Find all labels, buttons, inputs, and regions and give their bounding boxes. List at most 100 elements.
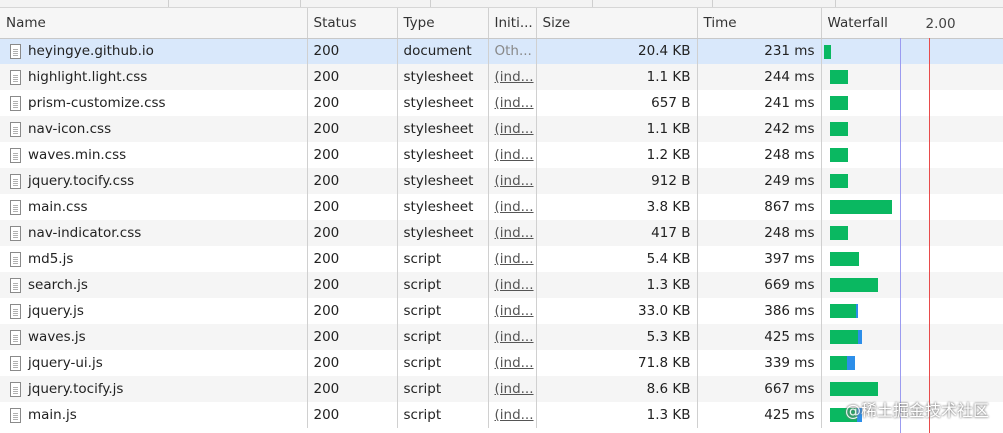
- waterfall-cell[interactable]: [820, 142, 1003, 168]
- waterfall-bar[interactable]: [829, 96, 848, 110]
- waterfall-cell[interactable]: [820, 272, 1003, 298]
- table-row[interactable]: md5.js 200 script (ind... 5.4 KB 397 ms: [0, 246, 1003, 272]
- request-initiator-cell: (ind...: [487, 64, 536, 90]
- request-name-cell[interactable]: jquery.tocify.css: [0, 168, 307, 194]
- waterfall-bar[interactable]: [829, 330, 862, 344]
- request-type: script: [396, 402, 488, 428]
- request-name-cell[interactable]: heyingye.github.io: [0, 38, 307, 64]
- request-name-cell[interactable]: nav-indicator.css: [0, 220, 307, 246]
- waterfall-bar[interactable]: [829, 122, 848, 136]
- request-initiator[interactable]: (ind...: [495, 277, 534, 293]
- request-initiator[interactable]: (ind...: [495, 329, 534, 345]
- waterfall-cell[interactable]: [820, 194, 1003, 220]
- table-row[interactable]: jquery.tocify.css 200 stylesheet (ind... 912…: [0, 168, 1003, 194]
- column-header-name[interactable]: Name: [0, 8, 307, 39]
- table-row[interactable]: prism-customize.css 200 stylesheet (ind... 6…: [0, 90, 1003, 116]
- request-status: 200: [306, 402, 397, 428]
- strip-divider: [592, 0, 593, 7]
- request-status: 200: [306, 376, 397, 402]
- request-name-cell[interactable]: prism-customize.css: [0, 90, 307, 116]
- waterfall-bar[interactable]: [823, 44, 831, 59]
- table-row[interactable]: heyingye.github.io 200 document Oth... 20.4 …: [0, 38, 1003, 64]
- request-initiator[interactable]: (ind...: [495, 95, 534, 111]
- table-row[interactable]: main.css 200 stylesheet (ind... 3.8 KB 867 ms: [0, 194, 1003, 220]
- request-status: 200: [306, 64, 397, 90]
- request-name-cell[interactable]: jquery-ui.js: [0, 350, 307, 376]
- request-name-cell[interactable]: jquery.js: [0, 298, 307, 324]
- waterfall-bar[interactable]: [829, 226, 848, 240]
- waterfall-bar[interactable]: [829, 200, 892, 214]
- column-header-size[interactable]: Size: [535, 8, 697, 39]
- request-time: 425 ms: [696, 402, 821, 428]
- waterfall-cell[interactable]: [820, 38, 1003, 64]
- request-initiator-cell: (ind...: [487, 350, 536, 376]
- request-name-cell[interactable]: waves.js: [0, 324, 307, 350]
- waterfall-bar[interactable]: [829, 304, 858, 318]
- table-row[interactable]: waves.min.css 200 stylesheet (ind... 1.2 KB 2…: [0, 142, 1003, 168]
- waterfall-cell[interactable]: [820, 116, 1003, 142]
- strip-divider: [430, 0, 431, 7]
- request-time: 867 ms: [696, 194, 821, 220]
- waterfall-bar[interactable]: [829, 356, 855, 370]
- request-initiator[interactable]: (ind...: [495, 173, 534, 189]
- waterfall-cell[interactable]: [820, 246, 1003, 272]
- waterfall-bar[interactable]: [829, 148, 848, 162]
- waterfall-wait-segment: [829, 330, 858, 344]
- waterfall-cell[interactable]: [820, 324, 1003, 350]
- request-initiator[interactable]: (ind...: [495, 199, 534, 215]
- waterfall-bar[interactable]: [829, 252, 859, 266]
- table-row[interactable]: nav-icon.css 200 stylesheet (ind... 1.1 KB 24…: [0, 116, 1003, 142]
- waterfall-wait-segment: [829, 122, 848, 136]
- request-initiator[interactable]: (ind...: [495, 381, 534, 397]
- request-initiator: Oth...: [494, 43, 532, 60]
- request-name-cell[interactable]: search.js: [0, 272, 307, 298]
- request-initiator[interactable]: (ind...: [495, 147, 534, 163]
- waterfall-cell[interactable]: [820, 90, 1003, 116]
- request-name-cell[interactable]: main.js: [0, 402, 307, 428]
- request-initiator[interactable]: (ind...: [495, 225, 534, 241]
- request-name-cell[interactable]: highlight.light.css: [0, 64, 307, 90]
- table-row[interactable]: nav-indicator.css 200 stylesheet (ind... 417…: [0, 220, 1003, 246]
- request-initiator[interactable]: (ind...: [495, 251, 534, 267]
- request-name-cell[interactable]: nav-icon.css: [0, 116, 307, 142]
- strip-divider: [168, 0, 169, 7]
- request-name: jquery.tocify.css: [28, 173, 135, 189]
- table-row[interactable]: search.js 200 script (ind... 1.3 KB 669 ms: [0, 272, 1003, 298]
- request-time: 231 ms: [696, 38, 821, 64]
- column-header-status[interactable]: Status: [306, 8, 397, 39]
- table-row[interactable]: waves.js 200 script (ind... 5.3 KB 425 ms: [0, 324, 1003, 350]
- request-initiator[interactable]: (ind...: [495, 303, 534, 319]
- waterfall-cell[interactable]: [820, 298, 1003, 324]
- waterfall-bar[interactable]: [829, 278, 878, 292]
- file-icon: [10, 121, 21, 137]
- request-status: 200: [306, 298, 397, 324]
- request-name-cell[interactable]: jquery.tocify.js: [0, 376, 307, 402]
- waterfall-wait-segment: [829, 382, 878, 396]
- table-row[interactable]: highlight.light.css 200 stylesheet (ind... 1…: [0, 64, 1003, 90]
- waterfall-cell[interactable]: [820, 168, 1003, 194]
- waterfall-cell[interactable]: [820, 350, 1003, 376]
- waterfall-bar[interactable]: [829, 174, 848, 188]
- request-name-cell[interactable]: main.css: [0, 194, 307, 220]
- request-name-cell[interactable]: waves.min.css: [0, 142, 307, 168]
- table-row[interactable]: jquery-ui.js 200 script (ind... 71.8 KB 339 m…: [0, 350, 1003, 376]
- request-initiator-cell: (ind...: [487, 376, 536, 402]
- column-header-time[interactable]: Time: [696, 8, 821, 39]
- request-status: 200: [306, 220, 397, 246]
- column-header-waterfall[interactable]: Waterfall 2.00: [820, 8, 1003, 39]
- request-status: 200: [306, 324, 397, 350]
- waterfall-cell[interactable]: [820, 64, 1003, 90]
- request-initiator[interactable]: (ind...: [495, 69, 534, 85]
- table-row[interactable]: jquery.js 200 script (ind... 33.0 KB 386 ms: [0, 298, 1003, 324]
- request-initiator[interactable]: (ind...: [495, 407, 534, 423]
- column-header-type[interactable]: Type: [396, 8, 488, 39]
- waterfall-bar[interactable]: [829, 70, 848, 84]
- request-status: 200: [306, 38, 397, 64]
- column-header-initiator[interactable]: Initi...: [487, 8, 536, 39]
- request-name-cell[interactable]: md5.js: [0, 246, 307, 272]
- request-initiator[interactable]: (ind...: [495, 121, 534, 137]
- request-initiator-cell: (ind...: [487, 246, 536, 272]
- waterfall-bar[interactable]: [829, 382, 878, 396]
- waterfall-cell[interactable]: [820, 220, 1003, 246]
- request-initiator[interactable]: (ind...: [495, 355, 534, 371]
